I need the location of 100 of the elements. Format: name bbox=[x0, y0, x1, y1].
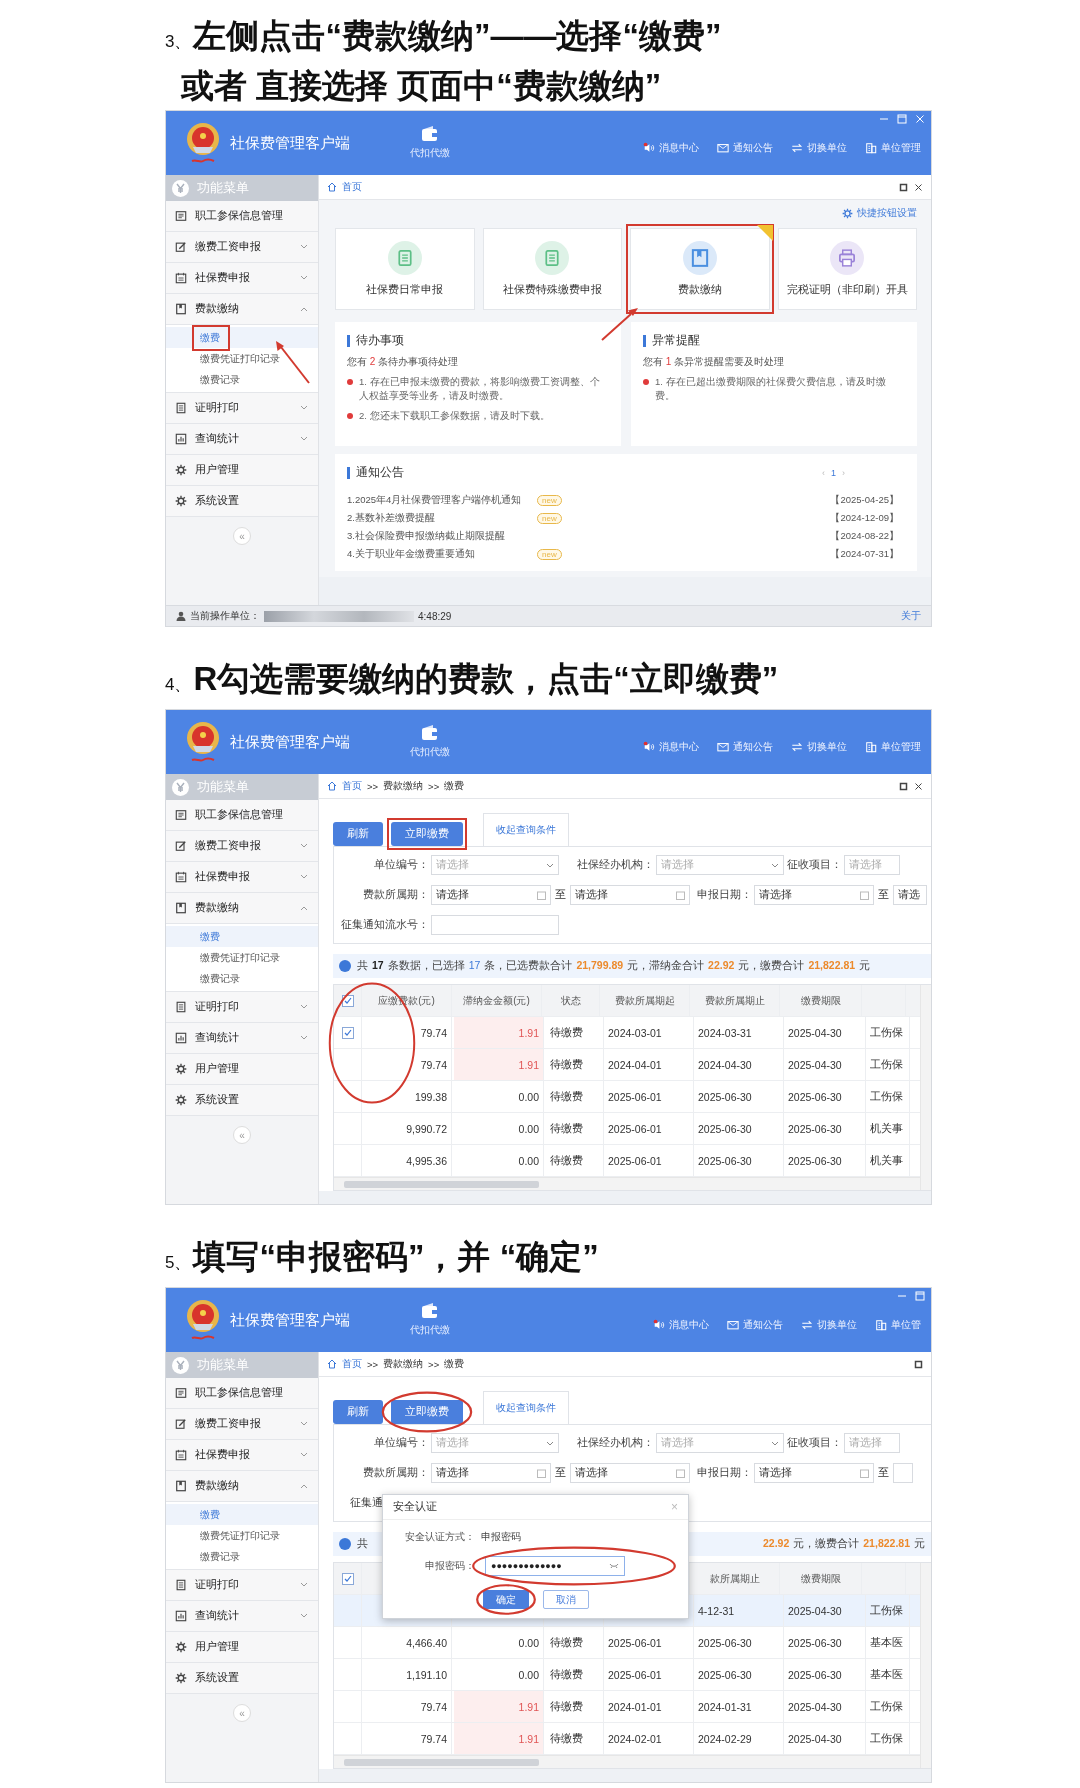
shortcut-tile[interactable]: 费款缴纳 bbox=[630, 228, 770, 310]
shortcut-tile[interactable]: 完税证明（非印刷）开具 bbox=[777, 228, 917, 310]
breadcrumb-item[interactable]: 费款缴纳 bbox=[383, 1357, 424, 1371]
submenu-item[interactable]: 缴费 bbox=[166, 327, 318, 348]
submenu-item[interactable]: 缴费记录 bbox=[166, 369, 318, 390]
sidebar-item[interactable]: 证明打印 bbox=[166, 992, 318, 1023]
sidebar-item[interactable]: 证明打印 bbox=[166, 1570, 318, 1601]
submenu-item[interactable]: 缴费凭证打印记录 bbox=[166, 1525, 318, 1546]
restore-icon[interactable] bbox=[899, 781, 908, 791]
yen-icon bbox=[172, 778, 189, 796]
header-link[interactable]: 单位管 bbox=[875, 1318, 921, 1332]
sidebar-item[interactable]: 查询统计 bbox=[166, 1023, 318, 1054]
step-heading: 填写“申报密码”，并 “确定” bbox=[193, 1237, 599, 1277]
horizontal-scrollbar[interactable] bbox=[334, 1177, 920, 1190]
app-title: 社保费管理客户端 bbox=[230, 732, 351, 752]
horizontal-scrollbar[interactable] bbox=[334, 1755, 920, 1768]
submenu-item[interactable]: 缴费记录 bbox=[166, 968, 318, 989]
date-field[interactable]: 请选择 bbox=[570, 1463, 690, 1483]
sidebar-item[interactable]: 费款缴纳 bbox=[166, 893, 318, 924]
sidebar-item[interactable]: 查询统计 bbox=[166, 1601, 318, 1632]
submenu-item[interactable]: 缴费凭证打印记录 bbox=[166, 947, 318, 968]
about-link[interactable]: 关于 bbox=[901, 609, 921, 623]
sidebar-item[interactable]: 职工参保信息管理 bbox=[166, 201, 318, 232]
date-field[interactable]: 请选择 bbox=[754, 885, 874, 905]
gear-icon bbox=[175, 1094, 187, 1106]
restore-icon[interactable] bbox=[914, 1359, 923, 1369]
toolbar-button[interactable]: 立即缴费 bbox=[391, 822, 463, 846]
sidebar-item[interactable]: 缴费工资申报 bbox=[166, 831, 318, 862]
date-field[interactable]: 请选择 bbox=[570, 885, 690, 905]
checkbox[interactable] bbox=[341, 1026, 354, 1039]
notice-link[interactable]: 4.关于职业年金缴费重要通知 bbox=[347, 548, 537, 561]
header-link[interactable]: 单位管理 bbox=[865, 740, 921, 754]
date-field[interactable]: 请选 bbox=[893, 885, 927, 905]
date-field[interactable]: 请选择 bbox=[431, 1463, 551, 1483]
breadcrumb-item[interactable]: 首页 bbox=[342, 1357, 362, 1371]
password-field[interactable]: ●●●●●●●●●●●●● bbox=[485, 1556, 625, 1576]
pager-item[interactable]: 1 bbox=[831, 467, 836, 478]
sidebar-item[interactable]: 用户管理 bbox=[166, 1054, 318, 1085]
input-field[interactable] bbox=[431, 915, 559, 935]
notice-link[interactable]: 2.基数补差缴费提醒 bbox=[347, 512, 537, 525]
header-link[interactable]: 消息中心 bbox=[643, 740, 699, 754]
sidebar-item[interactable]: 社保费申报 bbox=[166, 862, 318, 893]
vertical-scrollbar[interactable] bbox=[920, 1563, 931, 1768]
breadcrumb-item[interactable]: 费款缴纳 bbox=[383, 779, 424, 793]
header-link[interactable]: 切换单位 bbox=[791, 740, 847, 754]
sidebar-item[interactable]: 用户管理 bbox=[166, 455, 318, 486]
vertical-scrollbar[interactable] bbox=[920, 985, 931, 1190]
restore-icon[interactable] bbox=[899, 182, 908, 192]
submenu-item[interactable]: 缴费 bbox=[166, 926, 318, 947]
date-field[interactable] bbox=[893, 1463, 913, 1483]
notice-link[interactable]: 3.社会保险费申报缴纳截止期限提醒 bbox=[347, 530, 537, 543]
sidebar-item[interactable]: 费款缴纳 bbox=[166, 294, 318, 325]
sidebar-item[interactable]: 社保费申报 bbox=[166, 1440, 318, 1471]
dialog-button[interactable]: 确定 bbox=[482, 1590, 529, 1609]
breadcrumb-item[interactable]: 缴费 bbox=[444, 1357, 465, 1371]
notice-link[interactable]: 1.2025年4月社保费管理客户端停机通知 bbox=[347, 494, 537, 507]
header-link[interactable]: 通知公告 bbox=[727, 1318, 783, 1332]
breadcrumb-item[interactable]: 首页 bbox=[342, 779, 362, 793]
toolbar-button[interactable]: 刷新 bbox=[333, 1400, 383, 1424]
submenu-item[interactable]: 缴费 bbox=[166, 1504, 318, 1525]
header-link[interactable]: 切换单位 bbox=[791, 141, 847, 155]
new-badge: new bbox=[537, 513, 562, 524]
quick-settings-link[interactable]: 快捷按钮设置 bbox=[335, 206, 917, 220]
date-field[interactable]: 请选择 bbox=[431, 885, 551, 905]
checkbox[interactable] bbox=[341, 1572, 354, 1585]
shortcut-tile[interactable]: 社保费日常申报 bbox=[335, 228, 475, 310]
header-link[interactable]: 通知公告 bbox=[717, 141, 773, 155]
maximize-icon[interactable] bbox=[915, 1291, 925, 1301]
sidebar-item[interactable]: 系统设置 bbox=[166, 1085, 318, 1116]
shortcut-tile[interactable]: 社保费特殊缴费申报 bbox=[482, 228, 622, 310]
sidebar-item[interactable]: 职工参保信息管理 bbox=[166, 1378, 318, 1409]
sidebar-item[interactable]: 社保费申报 bbox=[166, 263, 318, 294]
submenu-item[interactable]: 缴费记录 bbox=[166, 1546, 318, 1567]
sidebar-item[interactable]: 缴费工资申报 bbox=[166, 1409, 318, 1440]
toolbar-button[interactable]: 立即缴费 bbox=[391, 1400, 463, 1424]
breadcrumb-item[interactable]: 首页 bbox=[342, 180, 362, 194]
sidebar-item[interactable]: 用户管理 bbox=[166, 1632, 318, 1663]
maximize-icon[interactable] bbox=[897, 114, 907, 124]
sidebar-item[interactable]: 系统设置 bbox=[166, 1663, 318, 1694]
header-link[interactable]: 单位管理 bbox=[865, 141, 921, 155]
sidebar-item[interactable]: 职工参保信息管理 bbox=[166, 800, 318, 831]
header-link[interactable]: 切换单位 bbox=[801, 1318, 857, 1332]
breadcrumb-item[interactable]: 缴费 bbox=[444, 779, 465, 793]
filter-tab[interactable]: 收起查询条件 bbox=[483, 813, 569, 847]
filter-tab[interactable]: 收起查询条件 bbox=[483, 1391, 569, 1425]
sidebar-item[interactable]: 证明打印 bbox=[166, 393, 318, 424]
header-link[interactable]: 消息中心 bbox=[653, 1318, 709, 1332]
close-icon[interactable] bbox=[914, 781, 923, 791]
submenu-item[interactable]: 缴费凭证打印记录 bbox=[166, 348, 318, 369]
header-link[interactable]: 消息中心 bbox=[643, 141, 699, 155]
date-field[interactable]: 请选择 bbox=[754, 1463, 874, 1483]
sidebar-item[interactable]: 系统设置 bbox=[166, 486, 318, 517]
dialog-button[interactable]: 取消 bbox=[542, 1590, 589, 1609]
info-icon bbox=[339, 1538, 351, 1550]
sidebar-item[interactable]: 查询统计 bbox=[166, 424, 318, 455]
sidebar-item[interactable]: 费款缴纳 bbox=[166, 1471, 318, 1502]
header-link[interactable]: 通知公告 bbox=[717, 740, 773, 754]
sidebar-item[interactable]: 缴费工资申报 bbox=[166, 232, 318, 263]
toolbar-button[interactable]: 刷新 bbox=[333, 822, 383, 846]
close-icon[interactable] bbox=[914, 182, 923, 192]
